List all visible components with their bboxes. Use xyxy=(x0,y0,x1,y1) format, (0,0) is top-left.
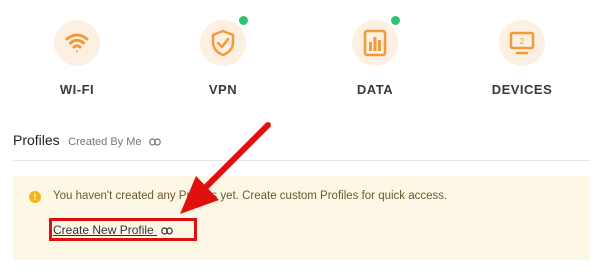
info-icon: ! xyxy=(29,191,41,203)
link-icon xyxy=(148,138,161,146)
wifi-icon xyxy=(54,20,100,66)
divider xyxy=(13,160,590,161)
tile-wifi[interactable]: WI-FI xyxy=(22,14,132,97)
profiles-title: Profiles xyxy=(13,132,60,148)
tile-label-devices: DEVICES xyxy=(491,82,553,97)
tile-vpn[interactable]: VPN xyxy=(168,14,278,97)
shield-check-icon xyxy=(200,16,248,66)
status-dot xyxy=(391,16,400,25)
tile-devices[interactable]: 2 DEVICES xyxy=(467,14,577,97)
tile-label-wifi: WI-FI xyxy=(59,82,95,97)
profiles-filter-label: Created By Me xyxy=(68,136,142,148)
profiles-header: Profiles Created By Me xyxy=(13,132,161,150)
monitor-icon: 2 xyxy=(499,20,545,66)
notice-message: You haven't created any Profiles yet. Cr… xyxy=(53,190,448,202)
feature-tiles: WI-FI VPN DATA 2 DEVICES xyxy=(0,0,600,110)
tile-label-vpn: VPN xyxy=(208,82,238,97)
empty-profiles-notice: ! You haven't created any Profiles yet. … xyxy=(13,176,590,260)
tile-data[interactable]: DATA xyxy=(320,14,430,97)
create-link-label: Create New Profile xyxy=(53,223,154,237)
link-icon xyxy=(161,227,173,235)
status-dot xyxy=(239,16,248,25)
profiles-filter[interactable]: Created By Me xyxy=(68,136,161,148)
device-count-badge: 2 xyxy=(520,37,525,46)
create-new-profile-link[interactable]: Create New Profile xyxy=(53,223,173,237)
tile-label-data: DATA xyxy=(356,82,394,97)
data-bar-chart-icon xyxy=(352,16,400,66)
